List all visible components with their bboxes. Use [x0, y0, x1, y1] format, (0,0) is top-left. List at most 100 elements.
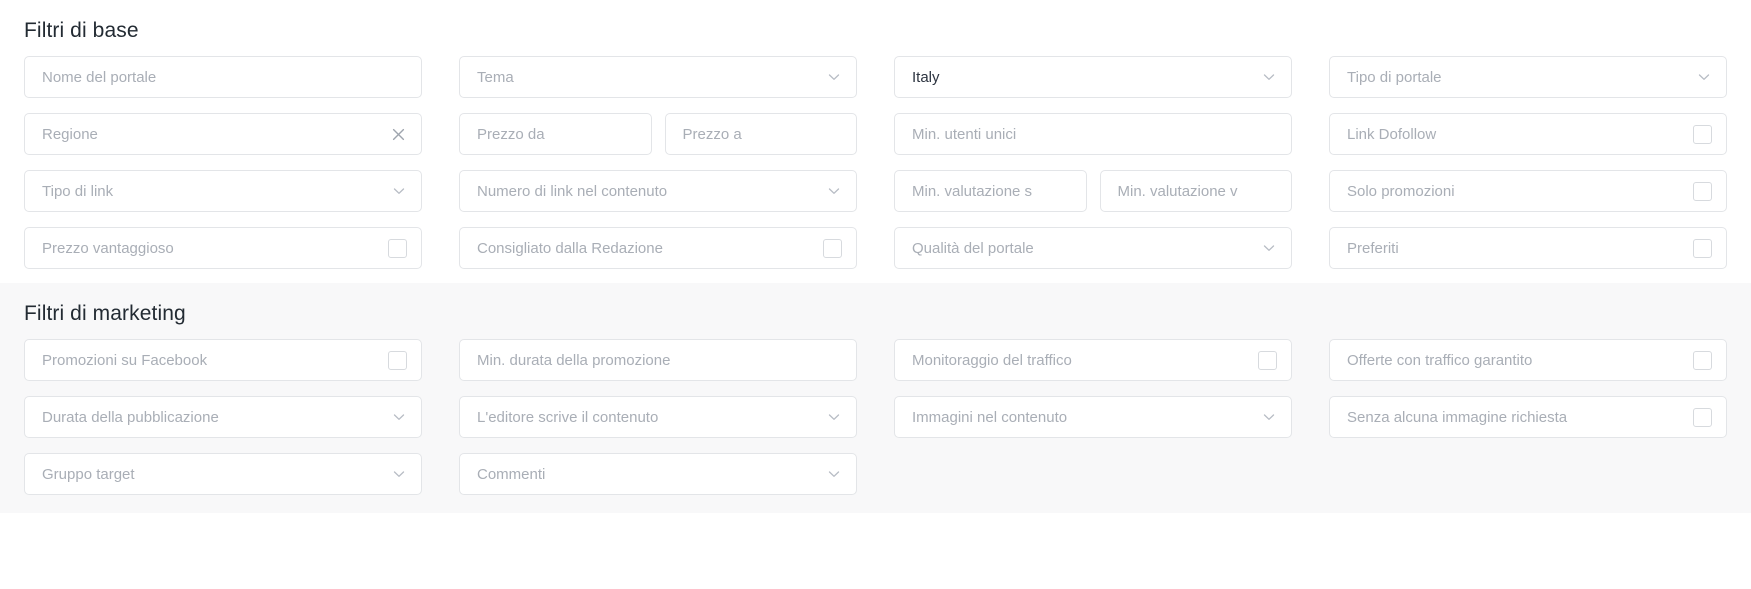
chevron-down-icon[interactable] [391, 183, 407, 199]
country-select[interactable]: Italy [894, 56, 1292, 99]
price-to-input-label: Prezzo a [682, 126, 742, 142]
price-from-input[interactable]: Prezzo da [459, 113, 652, 156]
good-price-checkbox-label: Prezzo vantaggioso [42, 240, 174, 256]
link-type-select[interactable]: Tipo di link [24, 170, 422, 213]
section-base: Filtri di base Nome del portale Tema Italy T… [0, 0, 1751, 284]
filter-cell: Promozioni su Facebook [24, 339, 422, 382]
guaranteed-traffic-checkbox[interactable]: Offerte con traffico garantito [1329, 339, 1727, 382]
publication-duration-select[interactable]: Durata della pubblicazione [24, 396, 422, 439]
close-icon[interactable] [390, 126, 407, 143]
target-group-select[interactable]: Gruppo target [24, 453, 422, 496]
traffic-monitoring-checkbox[interactable]: Monitoraggio del traffico [894, 339, 1292, 382]
filter-cell: Preferiti [1329, 227, 1727, 270]
checkbox-icon[interactable] [1693, 238, 1712, 258]
links-in-content-select[interactable]: Numero di link nel contenuto [459, 170, 857, 213]
facebook-promotions-checkbox-label: Promozioni su Facebook [42, 352, 208, 368]
editors-choice-checkbox[interactable]: Consigliato dalla Redazione [459, 227, 857, 270]
theme-select-label: Tema [477, 69, 514, 85]
editors-choice-checkbox-label: Consigliato dalla Redazione [477, 240, 663, 256]
checkbox-icon[interactable] [1693, 350, 1712, 370]
chevron-down-icon[interactable] [1261, 240, 1277, 256]
filters-grid-base: Nome del portale Tema Italy Tipo di portale… [24, 56, 1727, 270]
target-group-select-label: Gruppo target [42, 466, 135, 482]
only-promotions-checkbox[interactable]: Solo promozioni [1329, 170, 1727, 213]
checkbox-icon[interactable] [1693, 181, 1712, 201]
link-type-select-label: Tipo di link [42, 183, 114, 199]
publisher-writes-content-select-label: L'editore scrive il contenuto [477, 409, 659, 425]
good-price-checkbox[interactable]: Prezzo vantaggioso [24, 227, 422, 270]
only-promotions-checkbox-label: Solo promozioni [1347, 183, 1455, 199]
dofollow-link-checkbox[interactable]: Link Dofollow [1329, 113, 1727, 156]
facebook-promotions-checkbox[interactable]: Promozioni su Facebook [24, 339, 422, 382]
theme-select[interactable]: Tema [459, 56, 857, 99]
filter-cell: Regione [24, 113, 422, 156]
chevron-down-icon[interactable] [826, 409, 842, 425]
country-select-label: Italy [912, 69, 940, 85]
guaranteed-traffic-checkbox-label: Offerte con traffico garantito [1347, 352, 1533, 368]
portal-quality-select-label: Qualità del portale [912, 240, 1034, 256]
traffic-monitoring-checkbox-label: Monitoraggio del traffico [912, 352, 1072, 368]
filter-cell: Tipo di portale [1329, 56, 1727, 99]
filter-cell: Tema [459, 56, 857, 99]
chevron-down-icon[interactable] [826, 183, 842, 199]
filter-cell: Link Dofollow [1329, 113, 1727, 156]
checkbox-icon[interactable] [1693, 124, 1712, 144]
publisher-writes-content-select[interactable]: L'editore scrive il contenuto [459, 396, 857, 439]
filter-cell: L'editore scrive il contenuto [459, 396, 857, 439]
images-in-content-select-label: Immagini nel contenuto [912, 409, 1068, 425]
checkbox-icon[interactable] [823, 238, 842, 258]
filter-cell: Monitoraggio del traffico [894, 339, 1292, 382]
min-rating-s-input[interactable]: Min. valutazione s [894, 170, 1087, 213]
chevron-down-icon[interactable] [1696, 69, 1712, 85]
region-input-label: Regione [42, 126, 98, 142]
portal-type-select-label: Tipo di portale [1347, 69, 1442, 85]
filter-cell: Solo promozioni [1329, 170, 1727, 213]
filter-cell: Numero di link nel contenuto [459, 170, 857, 213]
checkbox-icon[interactable] [1693, 407, 1712, 427]
filters-panel: Filtri di base Nome del portale Tema Italy T… [0, 0, 1751, 589]
split-cell: Min. valutazione s Min. valutazione v [894, 170, 1292, 213]
min-unique-users-input[interactable]: Min. utenti unici [894, 113, 1292, 156]
min-unique-users-input-label: Min. utenti unici [912, 126, 1017, 142]
chevron-down-icon[interactable] [826, 466, 842, 482]
min-rating-v-input-label: Min. valutazione v [1117, 183, 1238, 199]
publication-duration-select-label: Durata della pubblicazione [42, 409, 219, 425]
portal-name-input[interactable]: Nome del portale [24, 56, 422, 99]
links-in-content-select-label: Numero di link nel contenuto [477, 183, 668, 199]
checkbox-icon[interactable] [1258, 350, 1277, 370]
filter-cell: Italy [894, 56, 1292, 99]
chevron-down-icon[interactable] [826, 69, 842, 85]
filter-cell: Gruppo target [24, 453, 422, 496]
filter-cell: Senza alcuna immagine richiesta [1329, 396, 1727, 439]
chevron-down-icon[interactable] [1261, 69, 1277, 85]
empty-cell [894, 453, 1292, 495]
filter-cell: Commenti [459, 453, 857, 496]
images-in-content-select[interactable]: Immagini nel contenuto [894, 396, 1292, 439]
portal-type-select[interactable]: Tipo di portale [1329, 56, 1727, 99]
filter-cell: Qualità del portale [894, 227, 1292, 270]
chevron-down-icon[interactable] [391, 466, 407, 482]
min-promotion-duration-input[interactable]: Min. durata della promozione [459, 339, 857, 382]
dofollow-link-checkbox-label: Link Dofollow [1347, 126, 1437, 142]
checkbox-icon[interactable] [388, 350, 407, 370]
section-marketing: Filtri di marketing Promozioni su Faceboo… [0, 283, 1751, 514]
section-title-base: Filtri di base [24, 19, 139, 42]
comments-select[interactable]: Commenti [459, 453, 857, 496]
no-image-required-checkbox[interactable]: Senza alcuna immagine richiesta [1329, 396, 1727, 439]
portal-quality-select[interactable]: Qualità del portale [894, 227, 1292, 270]
checkbox-icon[interactable] [388, 238, 407, 258]
section-title-marketing: Filtri di marketing [24, 302, 186, 326]
filter-cell: Immagini nel contenuto [894, 396, 1292, 439]
chevron-down-icon[interactable] [391, 409, 407, 425]
min-promotion-duration-input-label: Min. durata della promozione [477, 352, 671, 368]
filter-cell: Nome del portale [24, 56, 422, 99]
split-cell: Prezzo da Prezzo a [459, 113, 857, 156]
favorites-checkbox[interactable]: Preferiti [1329, 227, 1727, 270]
price-from-input-label: Prezzo da [477, 126, 545, 142]
price-to-input[interactable]: Prezzo a [664, 113, 857, 156]
chevron-down-icon[interactable] [1261, 409, 1277, 425]
region-input[interactable]: Regione [24, 113, 422, 156]
favorites-checkbox-label: Preferiti [1347, 240, 1399, 256]
empty-cell [1329, 453, 1727, 495]
min-rating-v-input[interactable]: Min. valutazione v [1099, 170, 1292, 213]
